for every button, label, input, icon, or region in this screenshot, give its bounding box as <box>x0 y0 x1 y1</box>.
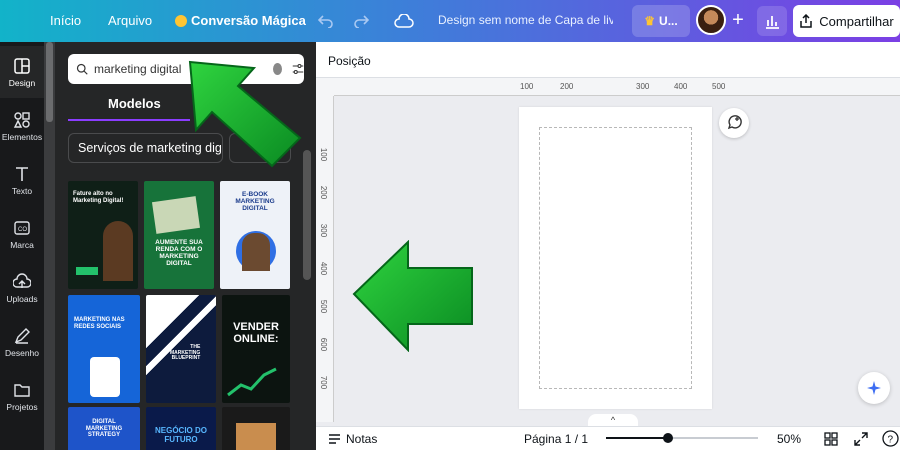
magic-switch-button[interactable]: Conversão Mágica <box>175 13 306 28</box>
top-bar: Início Arquivo Conversão Mágica Design s… <box>0 0 900 42</box>
crown-icon <box>175 14 187 27</box>
svg-text:CO: CO <box>18 227 27 233</box>
template-thumbnail[interactable] <box>222 407 290 450</box>
active-tab-indicator <box>68 119 190 121</box>
add-comment-button[interactable] <box>719 108 749 138</box>
document-title[interactable]: Design sem nome de Capa de liv... <box>438 13 613 27</box>
page-indicator[interactable]: Página 1 / 1 <box>524 432 588 446</box>
template-thumbnail[interactable]: VENDER ONLINE: <box>222 295 290 403</box>
ruler-corner <box>316 78 334 96</box>
vertical-ruler: 100 200 300 400 500 600 700 <box>316 96 334 422</box>
growth-chart-icon <box>227 367 277 397</box>
pen-icon <box>14 327 30 344</box>
tab-templates[interactable]: Modelos <box>108 96 161 111</box>
file-menu[interactable]: Arquivo <box>108 13 152 28</box>
share-label: Compartilhar <box>819 13 894 29</box>
rail-item-projects[interactable]: Projetos <box>0 370 44 422</box>
crown-icon: ♛ <box>644 14 656 28</box>
rail-item-design[interactable]: Design <box>0 46 44 98</box>
shapes-icon <box>13 111 30 128</box>
rail-item-uploads[interactable]: Uploads <box>0 262 44 314</box>
annotation-arrow-icon <box>352 240 473 352</box>
position-button[interactable]: Posição <box>328 54 371 68</box>
insights-button[interactable] <box>757 6 787 36</box>
sparkle-icon <box>867 381 881 395</box>
show-pages-button[interactable]: ^ <box>588 414 638 426</box>
upgrade-label: U... <box>659 14 678 28</box>
upload-icon <box>13 272 31 288</box>
search-icon <box>76 63 88 75</box>
folder-icon <box>14 383 30 397</box>
template-thumbnail[interactable]: NEGÓCIO DO FUTURO <box>146 407 216 450</box>
svg-text:?: ? <box>888 435 894 446</box>
zoom-slider-fill <box>606 437 669 439</box>
canvas-toolbar: Posição <box>316 42 900 78</box>
template-thumbnail[interactable]: E-BOOK MARKETING DIGITAL <box>220 181 290 289</box>
help-icon[interactable]: ? <box>882 430 899 450</box>
grid-view-icon[interactable] <box>824 432 838 449</box>
template-thumbnail[interactable]: Fature alto no Marketing Digital! <box>68 181 138 289</box>
undo-icon[interactable] <box>316 11 336 31</box>
rail-item-text[interactable]: Texto <box>0 154 44 206</box>
rail-item-elements[interactable]: Elementos <box>0 100 44 152</box>
template-thumbnail[interactable]: MARKETING NAS REDES SOCIAIS <box>68 295 140 403</box>
brand-icon: CO <box>14 220 30 235</box>
template-thumbnail[interactable]: DIGITAL MARKETING STRATEGY <box>68 407 140 450</box>
share-icon <box>800 14 813 28</box>
cloud-save-icon[interactable] <box>394 11 414 31</box>
upgrade-button[interactable]: ♛ U... <box>632 5 690 37</box>
comment-plus-icon <box>727 115 742 130</box>
magic-assistant-button[interactable] <box>858 372 890 404</box>
magic-switch-label: Conversão Mágica <box>191 13 306 28</box>
rail-scrollbar[interactable] <box>44 42 55 450</box>
notes-button[interactable]: Notas <box>328 432 377 446</box>
home-link[interactable]: Início <box>50 13 81 28</box>
rail-item-brand[interactable]: CO Marca <box>0 208 44 260</box>
share-button[interactable]: Compartilhar <box>793 5 900 37</box>
avatar[interactable] <box>696 5 726 35</box>
add-collaborator-button[interactable]: + <box>728 10 748 31</box>
fullscreen-icon[interactable] <box>854 432 868 449</box>
annotation-arrow-icon <box>188 60 302 168</box>
horizontal-ruler: 100 200 300 400 500 <box>334 78 900 96</box>
layout-icon <box>14 57 30 74</box>
notes-icon <box>329 434 340 444</box>
rail-item-draw[interactable]: Desenho <box>0 316 44 368</box>
redo-icon[interactable] <box>351 11 371 31</box>
left-rail: Design Elementos Texto CO Marca Uploads … <box>0 42 44 450</box>
safe-area-guide <box>539 127 692 389</box>
template-thumbnail[interactable]: THE MARKETING BLUEPRINT <box>146 295 216 403</box>
text-icon <box>16 166 28 181</box>
zoom-level[interactable]: 50% <box>777 432 801 446</box>
bar-chart-icon <box>766 16 779 29</box>
template-thumbnail[interactable]: AUMENTE SUA RENDA COM O MARKETING DIGITA… <box>144 181 214 289</box>
